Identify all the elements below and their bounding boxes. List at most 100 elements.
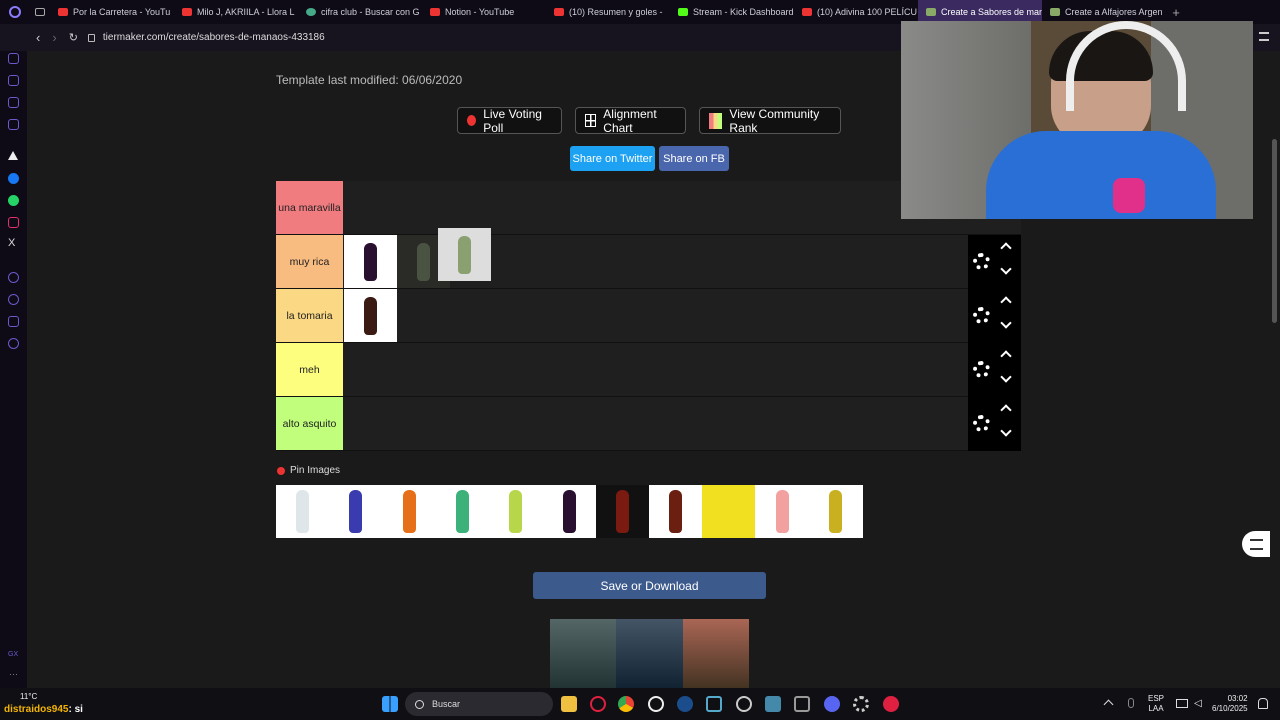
gear-icon[interactable] (973, 415, 990, 432)
movie-poster (616, 619, 683, 688)
move-up-icon[interactable] (1000, 296, 1012, 308)
sidebar-m-icon[interactable] (8, 119, 19, 130)
pool-item[interactable] (542, 485, 596, 538)
new-tab-icon[interactable]: + (1166, 5, 1186, 20)
media-player-icon[interactable] (883, 696, 899, 712)
back-icon[interactable]: ‹ (36, 30, 40, 45)
gear-icon[interactable] (973, 361, 990, 378)
whatsapp-icon[interactable] (8, 195, 19, 206)
pool-item[interactable] (595, 485, 649, 538)
youtube-icon (430, 8, 440, 16)
colorful-grid-icon (709, 112, 723, 129)
advertisement-banner[interactable] (550, 619, 749, 688)
browser-tab[interactable]: Notion - YouTube (422, 0, 546, 24)
chevron-up-icon[interactable] (1103, 699, 1114, 710)
move-down-icon[interactable] (1000, 263, 1012, 275)
more-icon[interactable]: ··· (9, 669, 18, 679)
weather-widget[interactable]: 11°C (20, 692, 37, 701)
url-field[interactable]: tiermaker.com/create/sabores-de-manaos-4… (103, 32, 325, 43)
scrollbar[interactable] (1272, 139, 1277, 323)
sidebar-player-icon[interactable] (8, 272, 19, 283)
browser-tab[interactable]: cifra club - Buscar con G (298, 0, 422, 24)
tier-label[interactable]: una maravilla (276, 181, 343, 234)
extensions-icon[interactable] (8, 316, 19, 327)
obs-icon[interactable] (648, 696, 664, 712)
forward-icon[interactable]: › (52, 30, 56, 45)
app-icon[interactable] (736, 696, 752, 712)
gear-icon[interactable] (973, 307, 990, 324)
browser-tab[interactable]: Por la Carretera - YouTu (50, 0, 174, 24)
network-icon[interactable] (1176, 699, 1188, 708)
gear-icon[interactable] (973, 253, 990, 270)
pool-item[interactable] (489, 485, 543, 538)
pool-item[interactable] (755, 485, 809, 538)
tier-item[interactable] (344, 235, 397, 288)
pool-item[interactable] (276, 485, 329, 538)
tier-item-dragging[interactable] (438, 228, 491, 281)
settings-icon[interactable] (8, 338, 19, 349)
list-view-icon[interactable] (1242, 531, 1270, 557)
clock[interactable]: 03:02 6/10/2025 (1212, 694, 1248, 714)
browser-tab[interactable]: (10) Resumen y goles - (546, 0, 670, 24)
steam-icon[interactable] (677, 696, 693, 712)
chrome-icon[interactable] (618, 696, 634, 712)
pool-item[interactable] (649, 485, 703, 538)
language-indicator[interactable]: ESP LAA (1148, 694, 1164, 714)
instagram-icon[interactable] (8, 217, 19, 228)
settings-icon[interactable] (853, 696, 869, 712)
tier-label[interactable]: muy rica (276, 235, 343, 288)
live-voting-poll-button[interactable]: Live Voting Poll (457, 107, 562, 135)
taskbar-search[interactable]: Buscar (405, 692, 553, 716)
app-icon[interactable] (765, 696, 781, 712)
notification-icon[interactable] (1258, 698, 1268, 709)
opera-gx-icon[interactable] (590, 696, 606, 712)
history-icon[interactable] (8, 294, 19, 305)
tiermaker-icon (926, 8, 936, 16)
reload-icon[interactable]: ↻ (69, 31, 78, 44)
share-fb-button[interactable]: Share on FB (659, 146, 729, 171)
tier-label[interactable]: alto asquito (276, 397, 343, 450)
move-down-icon[interactable] (1000, 317, 1012, 329)
tab-overview-icon[interactable] (30, 0, 50, 24)
pool-item[interactable] (702, 485, 756, 538)
tier-label[interactable]: meh (276, 343, 343, 396)
move-up-icon[interactable] (1000, 350, 1012, 362)
pool-item[interactable] (382, 485, 436, 538)
pin-images-toggle[interactable]: Pin Images (277, 465, 340, 476)
app-icon[interactable] (706, 696, 722, 712)
share-twitter-button[interactable]: Share on Twitter (570, 146, 655, 171)
sidebar-bag-icon[interactable] (8, 75, 19, 86)
microphone-icon[interactable] (1128, 698, 1134, 708)
tier-item[interactable] (344, 289, 397, 342)
pool-item[interactable] (329, 485, 383, 538)
tier-label[interactable]: la tomaria (276, 289, 343, 342)
youtube-icon (802, 8, 812, 16)
alignment-chart-button[interactable]: Alignment Chart (575, 107, 686, 135)
move-up-icon[interactable] (1000, 404, 1012, 416)
save-download-button[interactable]: Save or Download (533, 572, 766, 599)
sidebar-ai-icon[interactable] (8, 53, 19, 64)
file-explorer-icon[interactable] (561, 696, 577, 712)
windows-start-icon[interactable] (382, 696, 398, 712)
volume-icon[interactable]: ◁ (1194, 698, 1202, 709)
easy-setup-icon[interactable] (1259, 32, 1269, 41)
move-down-icon[interactable] (1000, 425, 1012, 437)
browser-tab[interactable]: Stream - Kick Dashboard (670, 0, 794, 24)
discord-icon[interactable] (824, 696, 840, 712)
sidebar-arrow-icon[interactable] (8, 151, 18, 160)
bottle-icon (562, 490, 576, 533)
view-community-rank-button[interactable]: View Community Rank (699, 107, 841, 135)
pool-item[interactable] (435, 485, 489, 538)
browser-logo-icon[interactable] (0, 0, 30, 24)
gx-icon[interactable]: GX (8, 651, 18, 658)
messenger-icon[interactable] (8, 173, 19, 184)
move-down-icon[interactable] (1000, 371, 1012, 383)
sidebar-wallet-icon[interactable] (8, 97, 19, 108)
app-icon[interactable] (794, 696, 810, 712)
browser-tab[interactable]: (10) Adivina 100 PELÍCU (794, 0, 918, 24)
bottle-icon (829, 490, 842, 533)
pool-item[interactable] (809, 485, 862, 538)
x-icon[interactable]: X (8, 237, 15, 249)
move-up-icon[interactable] (1000, 242, 1012, 254)
browser-tab[interactable]: Milo J, AKRIILA - Llora L (174, 0, 298, 24)
